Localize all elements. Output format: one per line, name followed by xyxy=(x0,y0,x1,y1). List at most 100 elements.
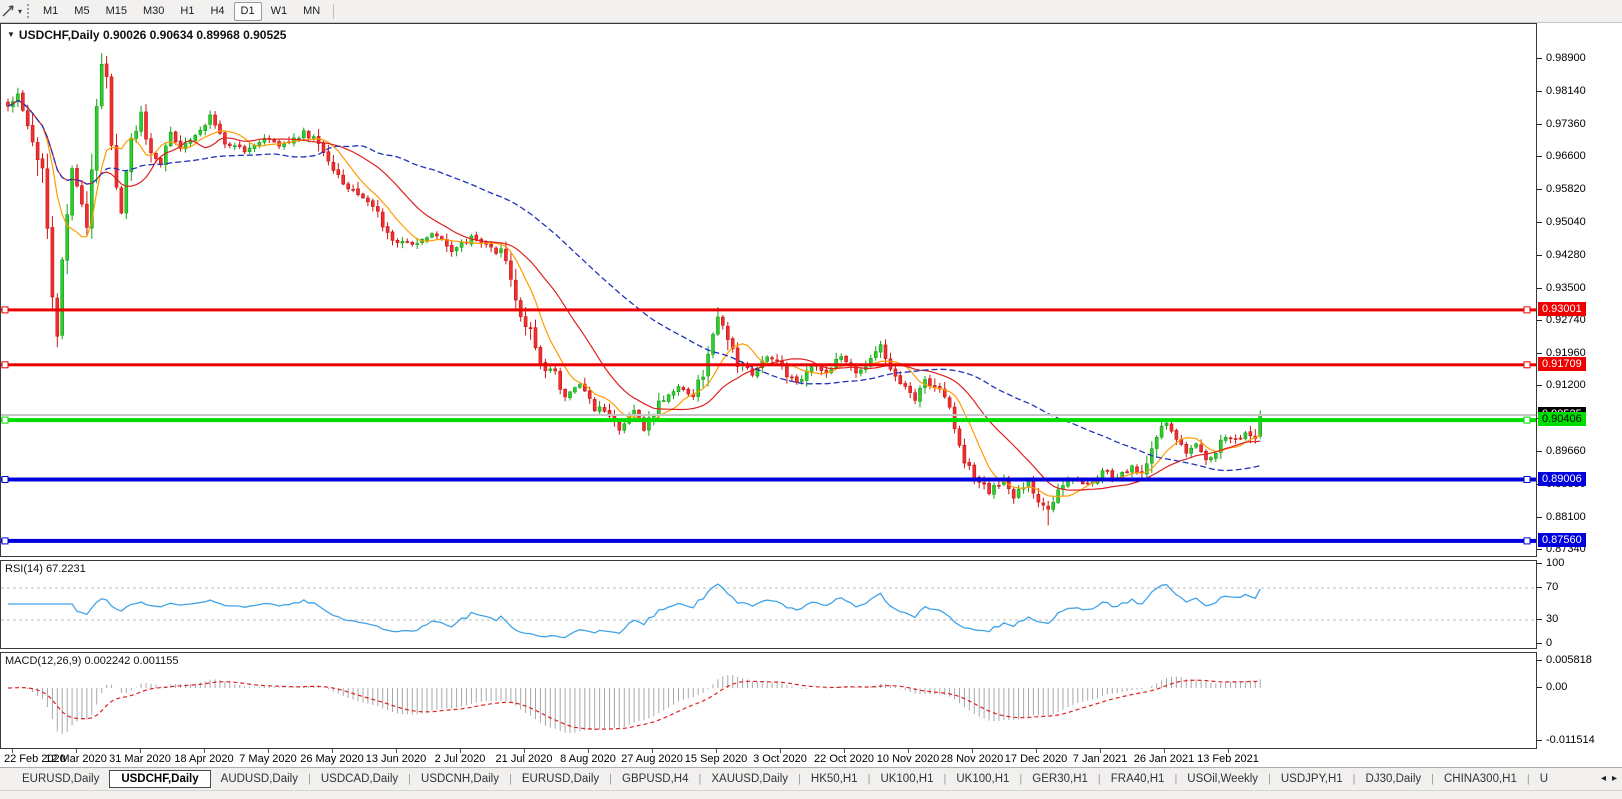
date-label: 27 Aug 2020 xyxy=(621,753,683,765)
tab-china300-h1[interactable]: CHINA300,H1 xyxy=(1436,771,1525,787)
hline-0-90406[interactable] xyxy=(1,417,1536,423)
timeframe-button-m30[interactable]: M30 xyxy=(136,2,171,21)
timeframe-button-h4[interactable]: H4 xyxy=(203,2,231,21)
rsi-canvas[interactable] xyxy=(1,561,1536,648)
tab-scroll-left-icon[interactable]: ◂ xyxy=(1598,772,1609,786)
timeframe-toolbar: ▾ M1M5M15M30H1H4D1W1MN xyxy=(0,0,1622,23)
timeframe-button-m15[interactable]: M15 xyxy=(99,2,134,21)
date-label: 15 Sep 2020 xyxy=(685,753,747,765)
tab-dj30-daily[interactable]: DJ30,Daily xyxy=(1358,771,1430,787)
tab-scroll-right-icon[interactable]: ▸ xyxy=(1609,772,1620,786)
tab-uk100-h1[interactable]: UK100,H1 xyxy=(948,771,1017,787)
chart-title: ▼USDCHF,Daily 0.90026 0.90634 0.89968 0.… xyxy=(7,28,286,42)
tab-separator: | xyxy=(1174,773,1177,785)
macd-canvas[interactable] xyxy=(1,653,1536,748)
tab-separator: | xyxy=(1268,773,1271,785)
timeframe-button-h1[interactable]: H1 xyxy=(173,2,201,21)
hline-0-93001[interactable] xyxy=(1,307,1536,313)
hline-0-90525[interactable] xyxy=(1,414,1536,416)
price-axis-label-tick xyxy=(1537,91,1542,92)
price-axis-label: 0.89660 xyxy=(1546,445,1586,457)
price-badge-0-90406: 0.90406 xyxy=(1538,412,1586,426)
price-badge-0-93001: 0.93001 xyxy=(1538,302,1586,316)
rsi-label: RSI(14) 67.2231 xyxy=(5,563,86,575)
macd-axis-label: 0.00 xyxy=(1546,681,1567,693)
date-label: 13 Feb 2021 xyxy=(1197,753,1259,765)
tab-usdcnh-daily[interactable]: USDCNH,Daily xyxy=(413,771,507,787)
date-label: 3 Oct 2020 xyxy=(753,753,807,765)
price-axis-label-tick xyxy=(1537,222,1542,223)
status-bar xyxy=(0,790,1622,799)
date-label: 12 Mar 2020 xyxy=(45,753,107,765)
tab-xauusd-daily[interactable]: XAUUSD,Daily xyxy=(703,771,796,787)
macd-axis-label-tick xyxy=(1537,660,1542,661)
rsi-axis-label: 0 xyxy=(1546,637,1552,649)
price-axis-label: 0.97360 xyxy=(1546,118,1586,130)
chart-title-ohlc: 0.90026 0.90634 0.89968 0.90525 xyxy=(103,28,287,42)
rsi-axis-label: 100 xyxy=(1546,557,1564,569)
timeframe-button-w1[interactable]: W1 xyxy=(264,2,295,21)
rsi-axis-label-tick xyxy=(1537,643,1542,644)
hline-0-89006[interactable] xyxy=(1,477,1536,483)
line-handle[interactable] xyxy=(1524,538,1530,544)
hline-0-87560[interactable] xyxy=(1,538,1536,544)
line-handle[interactable] xyxy=(2,477,8,483)
main-price-pane[interactable]: ▼USDCHF,Daily 0.90026 0.90634 0.89968 0.… xyxy=(0,23,1537,557)
line-handle[interactable] xyxy=(1524,417,1530,423)
timeframe-button-m1[interactable]: M1 xyxy=(36,2,65,21)
price-axis-label: 0.93500 xyxy=(1546,282,1586,294)
date-label: 22 Oct 2020 xyxy=(814,753,874,765)
toolbar-grip[interactable] xyxy=(27,4,29,18)
price-axis-label-tick xyxy=(1537,189,1542,190)
date-label: 2 Jul 2020 xyxy=(435,753,486,765)
tab-fra40-h1[interactable]: FRA40,H1 xyxy=(1103,771,1173,787)
macd-histogram xyxy=(8,675,1260,734)
line-handle[interactable] xyxy=(1524,477,1530,483)
tab-eurusd-daily[interactable]: EURUSD,Daily xyxy=(514,771,607,787)
price-axis[interactable]: 0.989000.981400.973600.966000.958200.950… xyxy=(1537,23,1622,749)
price-badge-0-89006: 0.89006 xyxy=(1538,472,1586,486)
tab-usoil-weekly[interactable]: USOil,Weekly xyxy=(1179,771,1266,787)
main-chart-canvas[interactable] xyxy=(1,24,1536,556)
price-axis-label: 0.94280 xyxy=(1546,249,1586,261)
tab-separator: | xyxy=(609,773,612,785)
macd-pane[interactable]: MACD(12,26,9) 0.002242 0.001155 xyxy=(0,652,1537,749)
tool-dropdown-caret-icon[interactable]: ▾ xyxy=(18,7,22,16)
line-handle[interactable] xyxy=(2,307,8,313)
toolbar-separator xyxy=(333,4,334,19)
date-label: 26 Jan 2021 xyxy=(1134,753,1195,765)
tab-usdchf-daily[interactable]: USDCHF,Daily xyxy=(109,770,210,788)
date-label: 21 Jul 2020 xyxy=(496,753,553,765)
tab-uk100-h1[interactable]: UK100,H1 xyxy=(872,771,941,787)
timeframe-button-m5[interactable]: M5 xyxy=(67,2,96,21)
tab-gbpusd-h4[interactable]: GBPUSD,H4 xyxy=(614,771,696,787)
timeframe-button-d1[interactable]: D1 xyxy=(234,2,262,21)
rsi-pane[interactable]: RSI(14) 67.2231 xyxy=(0,560,1537,649)
macd-axis-label: 0.005818 xyxy=(1546,654,1592,666)
pointer-tool-icon xyxy=(1,3,17,19)
tab-separator: | xyxy=(944,773,947,785)
tab-u[interactable]: U xyxy=(1532,771,1556,787)
price-axis-label: 0.95040 xyxy=(1546,216,1586,228)
line-handle[interactable] xyxy=(2,417,8,423)
price-axis-label-tick xyxy=(1537,58,1542,59)
chart-dropdown-icon[interactable]: ▼ xyxy=(7,30,15,39)
hline-0-91709[interactable] xyxy=(1,362,1536,368)
pointer-tool-button[interactable]: ▾ xyxy=(0,1,24,21)
time-axis[interactable]: 22 Feb 202012 Mar 202031 Mar 202018 Apr … xyxy=(0,749,1537,767)
line-handle[interactable] xyxy=(2,538,8,544)
tab-separator: | xyxy=(408,773,411,785)
tab-usdjpy-h1[interactable]: USDJPY,H1 xyxy=(1273,771,1351,787)
line-handle[interactable] xyxy=(1524,362,1530,368)
tab-ger30-h1[interactable]: GER30,H1 xyxy=(1024,771,1096,787)
date-label: 7 May 2020 xyxy=(239,753,296,765)
tab-usdcad-daily[interactable]: USDCAD,Daily xyxy=(313,771,406,787)
tab-eurusd-daily[interactable]: EURUSD,Daily xyxy=(14,771,107,787)
tab-hk50-h1[interactable]: HK50,H1 xyxy=(803,771,866,787)
timeframe-button-mn[interactable]: MN xyxy=(296,2,327,21)
line-handle[interactable] xyxy=(1524,307,1530,313)
rsi-axis-label-tick xyxy=(1537,587,1542,588)
tab-audusd-daily[interactable]: AUDUSD,Daily xyxy=(213,771,306,787)
rsi-axis-label-tick xyxy=(1537,563,1542,564)
line-handle[interactable] xyxy=(2,362,8,368)
